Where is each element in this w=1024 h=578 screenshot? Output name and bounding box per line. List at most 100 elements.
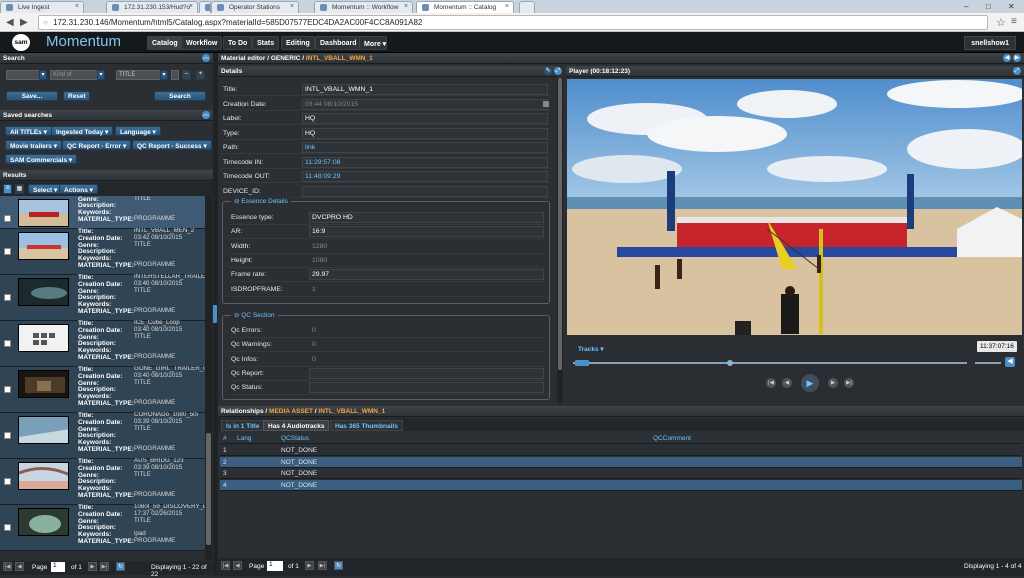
prev-item-icon[interactable]: ◀ xyxy=(1003,54,1011,62)
collapse-icon[interactable]: ︿ xyxy=(202,54,210,62)
col-qcstatus[interactable]: QCStatus xyxy=(281,435,309,442)
timeline-start-marker[interactable] xyxy=(575,360,589,366)
field-value[interactable]: 29.97 xyxy=(309,269,544,281)
table-row[interactable]: 2 NOT_DONE xyxy=(220,456,1022,468)
field-value[interactable]: 1280 xyxy=(309,241,544,252)
field-select[interactable]: TITLE xyxy=(116,70,161,80)
field-value[interactable]: 11:48:09:29 xyxy=(302,171,548,182)
save-search-button[interactable]: Save... xyxy=(6,91,58,101)
kind-of-select[interactable]: Kind of xyxy=(50,70,98,80)
tab-titles[interactable]: Is in 1 Title xyxy=(221,420,265,431)
field-value[interactable]: 0 xyxy=(309,325,544,336)
next-page-icon[interactable]: ▶ xyxy=(305,561,314,570)
play-icon[interactable]: ▶ xyxy=(800,373,820,393)
result-row[interactable]: Title:Creation Date:Genre:Description:Ke… xyxy=(0,366,205,413)
next-page-icon[interactable]: ▶ xyxy=(88,562,97,571)
field-value[interactable]: 1080 xyxy=(309,255,544,266)
saved-search-item[interactable]: QC Report - Success ▾ xyxy=(132,140,212,150)
row-checkbox[interactable] xyxy=(4,524,11,531)
refresh-icon[interactable]: ↻ xyxy=(334,561,343,570)
tab-audiotracks[interactable]: Has 4 Audiotracks xyxy=(263,420,330,431)
field-value[interactable]: 0 xyxy=(309,354,544,365)
table-row[interactable]: 1 NOT_DONE xyxy=(220,445,1022,456)
chevron-down-icon[interactable]: ▾ xyxy=(97,70,105,80)
result-row[interactable]: Title:Creation Date:Genre:Description:Ke… xyxy=(0,228,205,275)
field-value[interactable]: 1 xyxy=(309,284,544,295)
close-tab-icon[interactable]: × xyxy=(404,3,408,10)
details-scrollbar[interactable] xyxy=(557,78,563,403)
result-row[interactable]: Title:Creation Date:Genre:Description:Ke… xyxy=(0,320,205,367)
volume-slider[interactable] xyxy=(975,362,1001,364)
select-menu[interactable]: Select ▾ xyxy=(28,184,63,194)
close-window-icon[interactable]: ✕ xyxy=(1008,2,1015,11)
row-checkbox[interactable] xyxy=(4,294,11,301)
saved-search-item[interactable]: Movie trailers ▾ xyxy=(5,140,62,150)
grid-view-icon[interactable]: ▦ xyxy=(15,184,24,194)
col-qccomment[interactable]: QCComment xyxy=(653,435,691,442)
result-row[interactable]: Title:Creation Date:Genre:Description:Ke… xyxy=(0,274,205,321)
skip-back-icon[interactable]: |◀ xyxy=(765,377,777,389)
chevron-down-icon[interactable]: ▾ xyxy=(160,70,168,80)
result-row[interactable]: Title:Creation Date:Genre:Description:Ke… xyxy=(0,196,205,229)
first-page-icon[interactable]: |◀ xyxy=(3,562,12,571)
thumbnail[interactable] xyxy=(18,370,69,398)
calendar-icon[interactable] xyxy=(543,101,549,107)
field-value[interactable]: link xyxy=(302,142,548,153)
collapse-left-icon[interactable] xyxy=(213,305,217,323)
nav-catalog[interactable]: Catalog xyxy=(147,36,183,50)
field-value[interactable]: INTL_VBALL_WMN_1 xyxy=(302,84,548,95)
scrollbar-thumb[interactable] xyxy=(558,78,562,370)
saved-search-item[interactable]: Ingested Today ▾ xyxy=(51,126,114,136)
tracks-menu[interactable]: Tracks ▾ xyxy=(573,343,609,353)
nav-stats[interactable]: Stats xyxy=(252,36,280,50)
browser-tab[interactable]: 172.31.230.153/Hud?o × xyxy=(106,1,198,13)
playhead[interactable] xyxy=(727,360,733,366)
search-button[interactable]: Search xyxy=(154,91,206,101)
browser-tab[interactable] xyxy=(199,1,211,13)
refresh-icon[interactable]: ↻ xyxy=(116,562,125,571)
volume-icon[interactable]: ◀ xyxy=(1005,357,1015,367)
last-page-icon[interactable]: ▶| xyxy=(100,562,109,571)
thumbnail[interactable] xyxy=(18,416,69,444)
timeline-track[interactable] xyxy=(573,362,967,364)
new-tab-button[interactable] xyxy=(519,1,535,13)
maximize-icon[interactable]: □ xyxy=(986,2,991,11)
field-value[interactable]: 03:44 08/10/2015 xyxy=(302,98,548,110)
collapse-icon[interactable]: ︿ xyxy=(202,111,210,119)
list-view-icon[interactable]: ≡ xyxy=(3,184,12,194)
edit-icon[interactable]: ✎ xyxy=(544,67,552,75)
step-forward-icon[interactable]: ▶ xyxy=(827,377,839,389)
scrollbar-thumb[interactable] xyxy=(206,433,211,545)
result-row[interactable]: Title:Creation Date:Genre:Description:Ke… xyxy=(0,504,205,551)
table-row[interactable]: 4 NOT_DONE xyxy=(220,479,1022,491)
browser-tab-active[interactable]: Momentum :: Catalog × xyxy=(416,1,514,13)
field-value[interactable] xyxy=(309,367,544,379)
thumbnail[interactable] xyxy=(18,278,69,306)
user-menu[interactable]: snellshow1 xyxy=(964,36,1016,50)
close-tab-icon[interactable]: × xyxy=(75,3,79,10)
thumbnail[interactable] xyxy=(18,508,69,536)
skip-forward-icon[interactable]: ▶| xyxy=(843,377,855,389)
prev-page-icon[interactable]: ◀ xyxy=(15,562,24,571)
step-back-icon[interactable]: ◀ xyxy=(781,377,793,389)
essence-details-legend[interactable]: ⊖ Essence Details xyxy=(231,197,291,205)
field-value[interactable] xyxy=(309,382,544,394)
field-value[interactable] xyxy=(302,185,548,197)
nav-more[interactable]: More ▾ xyxy=(359,36,387,50)
row-checkbox[interactable] xyxy=(4,386,11,393)
browser-tab[interactable]: Live Ingest × xyxy=(0,1,84,13)
add-criteria-icon[interactable]: + xyxy=(196,70,205,80)
row-checkbox[interactable] xyxy=(4,478,11,485)
minimize-icon[interactable]: – xyxy=(964,2,968,11)
browser-tab[interactable]: Operator Stations × xyxy=(211,1,299,13)
thumbnail[interactable] xyxy=(18,232,69,260)
expand-icon[interactable]: ⤢ xyxy=(1013,67,1021,75)
next-item-icon[interactable]: ▶ xyxy=(1013,54,1021,62)
result-row[interactable]: Title:Creation Date:Genre:Description:Ke… xyxy=(0,458,205,505)
back-icon[interactable]: ◀ xyxy=(6,17,14,28)
saved-search-item[interactable]: QC Report - Error ▾ xyxy=(62,140,132,150)
tab-thumbnails[interactable]: Has 365 Thumbnails xyxy=(330,420,403,431)
search-value-input[interactable] xyxy=(171,70,179,80)
thumbnail[interactable] xyxy=(18,462,69,490)
prev-page-icon[interactable]: ◀ xyxy=(233,561,242,570)
